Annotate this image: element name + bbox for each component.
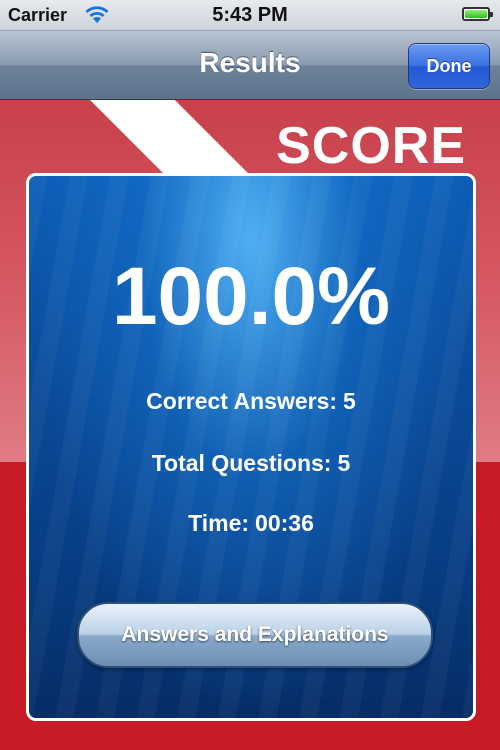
time-label: Time: <box>188 510 250 536</box>
navigation-bar: Results Done <box>0 31 500 100</box>
correct-answers-stat: Correct Answers: 5 <box>29 388 473 415</box>
total-questions-value: 5 <box>337 450 351 476</box>
score-percent: 100.0% <box>111 251 391 342</box>
battery-level <box>465 10 487 18</box>
total-questions-label: Total Questions: <box>151 450 332 476</box>
total-questions-stat: Total Questions: 5 <box>29 450 473 477</box>
battery-icon <box>462 7 493 21</box>
status-time: 5:43 PM <box>212 4 288 26</box>
correct-answers-value: 5 <box>343 388 356 414</box>
answers-explanations-button[interactable]: Answers and Explanations <box>77 602 433 668</box>
done-button[interactable]: Done <box>408 43 490 89</box>
time-value: 00:36 <box>255 510 314 536</box>
status-bar: Carrier 5:43 PM <box>0 0 500 31</box>
correct-answers-label: Correct Answers: <box>146 388 338 414</box>
score-panel: 100.0% Correct Answers: 5 Total Questions… <box>26 173 476 721</box>
results-screen: Carrier 5:43 PM Results Done SCORE 100.0… <box>0 0 500 750</box>
score-heading: SCORE <box>276 117 466 175</box>
time-stat: Time: 00:36 <box>29 510 473 537</box>
